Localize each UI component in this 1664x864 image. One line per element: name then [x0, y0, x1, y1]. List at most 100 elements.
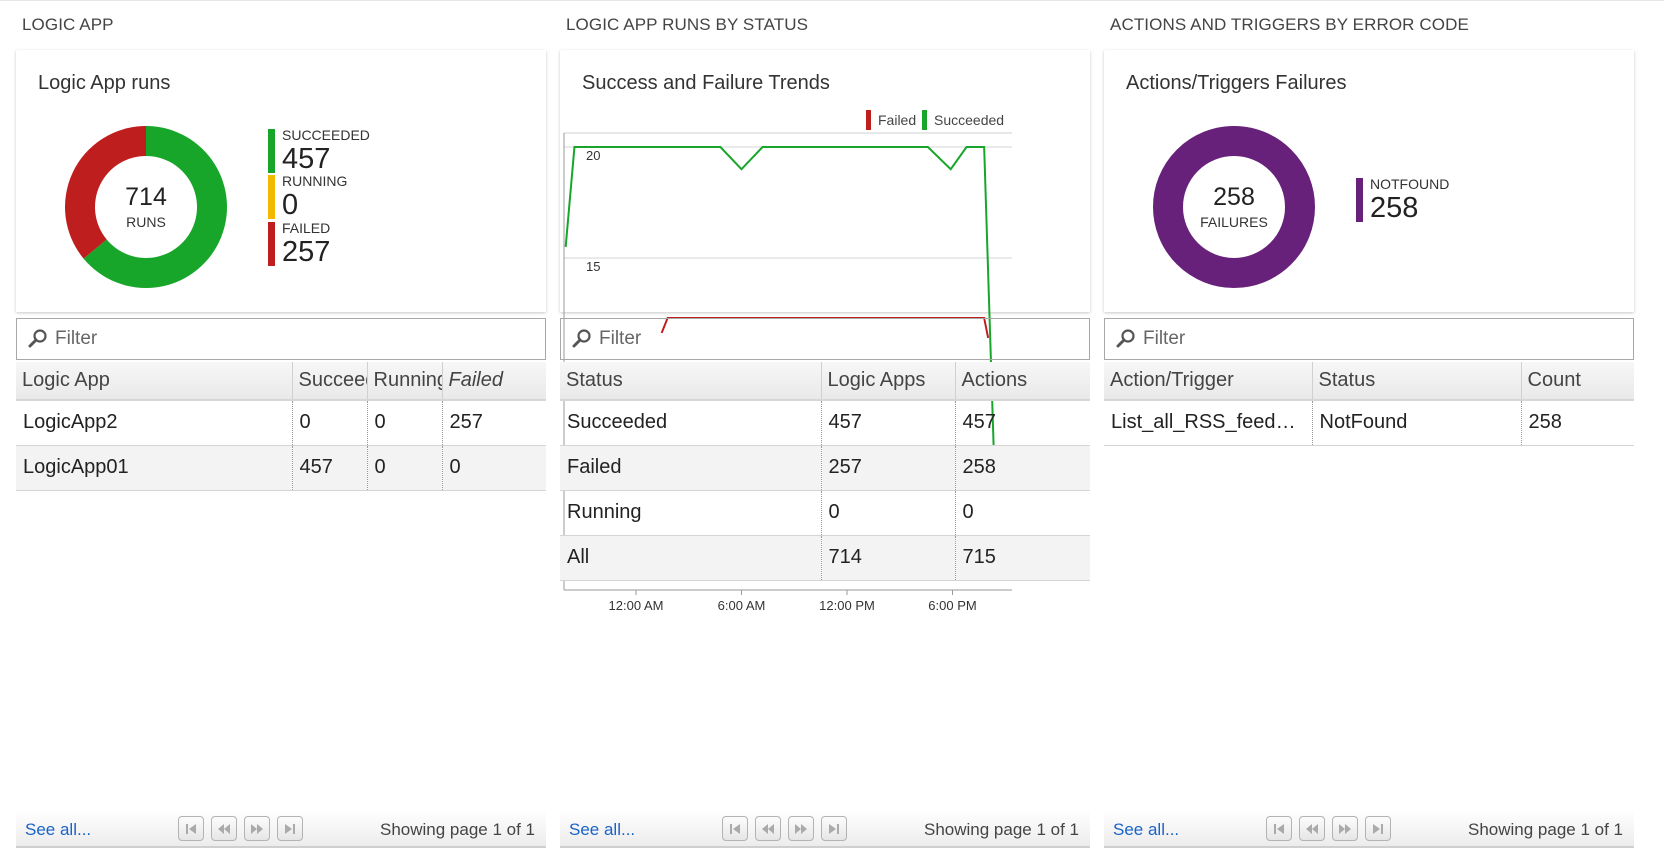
table-row[interactable]: Succeeded 457 457 [560, 400, 1090, 446]
prev-page-icon [762, 824, 774, 834]
donut-total-label: RUNS [126, 214, 166, 230]
legend-label-failed: Failed [878, 112, 916, 128]
column-header-count[interactable]: Count [1521, 362, 1634, 401]
donut-total: 258 [1213, 183, 1255, 211]
filter-input[interactable] [1143, 328, 1583, 350]
cell-logic-app: LogicApp01 [16, 445, 293, 491]
legend-failed[interactable]: FAILED 257 [268, 220, 331, 268]
x-tick-label: 6:00 PM [928, 598, 976, 613]
column-header-actions[interactable]: Actions [955, 362, 1090, 401]
cell-status: Succeeded [560, 400, 822, 446]
see-all-link[interactable]: See all... [569, 820, 635, 840]
prev-page-button[interactable] [755, 816, 781, 841]
legend-label-succeeded: Succeeded [934, 112, 1004, 128]
legend-value: 257 [282, 236, 331, 268]
last-page-button[interactable] [277, 816, 303, 841]
legend-value: 258 [1370, 192, 1419, 224]
legend-swatch-failed [866, 110, 871, 130]
cell-status: Failed [560, 445, 822, 491]
legend-notfound[interactable]: NOTFOUND 258 [1356, 176, 1450, 224]
prev-page-icon [1306, 824, 1318, 834]
search-icon [1115, 328, 1137, 350]
x-tick-label: 12:00 AM [609, 598, 664, 613]
see-all-link[interactable]: See all... [1113, 820, 1179, 840]
search-icon [27, 328, 49, 350]
cell-count: 258 [1521, 400, 1634, 446]
column-header-action-trigger[interactable]: Action/Trigger [1104, 362, 1313, 401]
see-all-link[interactable]: See all... [25, 820, 91, 840]
cell-actions: 258 [955, 445, 1090, 491]
page-info: Showing page 1 of 1 [379, 820, 535, 839]
column-header-failed[interactable]: Failed [442, 362, 546, 401]
legend-succeeded[interactable]: SUCCEEDED 457 [268, 127, 370, 175]
table-footer: See all... Showing page 1 of 1 [16, 810, 546, 848]
actions-triggers-failures-tile[interactable]: Actions/Triggers Failures 258 FAILURES N… [1104, 50, 1634, 312]
legend-label: FAILED [282, 220, 331, 236]
cell-actions: 715 [955, 535, 1090, 581]
next-page-button[interactable] [1332, 816, 1358, 841]
column-header-succeeded[interactable]: Succeeded [292, 362, 368, 401]
cell-logic-apps: 714 [821, 535, 956, 581]
first-page-button[interactable] [178, 816, 204, 841]
next-page-button[interactable] [244, 816, 270, 841]
filter-input[interactable] [599, 328, 1039, 350]
cell-status: NotFound [1312, 400, 1522, 446]
cell-succeeded: 457 [292, 445, 368, 491]
cell-running: 0 [367, 400, 443, 446]
table-row[interactable]: List_all_RSS_feed_items NotFound 258 [1104, 400, 1634, 446]
donut-total: 714 [125, 183, 167, 211]
cell-actions: 0 [955, 490, 1090, 536]
cell-logic-apps: 0 [821, 490, 956, 536]
prev-page-button[interactable] [211, 816, 237, 841]
table-row[interactable]: Running 0 0 [560, 490, 1090, 536]
first-page-icon [1274, 824, 1284, 834]
cell-failed: 0 [442, 445, 546, 491]
filter-box [1104, 318, 1634, 360]
legend-swatch-succeeded [268, 129, 275, 173]
legend-swatch-running [268, 175, 275, 219]
legend-value: 0 [282, 189, 299, 221]
legend-swatch-failed [268, 222, 275, 266]
column-header-logic-app[interactable]: Logic App [16, 362, 293, 401]
donut-center: 714 RUNS [61, 122, 231, 292]
last-page-button[interactable] [821, 816, 847, 841]
filter-input[interactable] [55, 328, 495, 350]
column-header-running[interactable]: Running [367, 362, 443, 401]
table-row[interactable]: LogicApp2 0 0 257 [16, 400, 546, 446]
cell-action-trigger: List_all_RSS_feed_items [1104, 400, 1313, 446]
first-page-button[interactable] [1266, 816, 1292, 841]
legend-label: NOTFOUND [1370, 176, 1450, 192]
section-title: ACTIONS AND TRIGGERS BY ERROR CODE [1110, 15, 1469, 34]
cell-logic-apps: 257 [821, 445, 956, 491]
next-page-button[interactable] [788, 816, 814, 841]
table-row[interactable]: LogicApp01 457 0 0 [16, 445, 546, 491]
runs-by-status-section: LOGIC APP RUNS BY STATUS Success and Fai… [560, 0, 1090, 864]
next-page-icon [795, 824, 807, 834]
prev-page-button[interactable] [1299, 816, 1325, 841]
prev-page-icon [218, 824, 230, 834]
cell-failed: 257 [442, 400, 546, 446]
pager [178, 816, 303, 841]
table-header-row: Logic App Succeeded Running Failed [16, 362, 546, 401]
table-header-row: Status Logic Apps Actions [560, 362, 1090, 401]
logic-app-runs-tile[interactable]: Logic App runs 714 RUNS SUCCEEDED 457 RU… [16, 50, 546, 312]
last-page-button[interactable] [1365, 816, 1391, 841]
y-tick-label: 20 [586, 148, 600, 163]
runs-donut-chart[interactable]: 714 RUNS [61, 122, 231, 292]
legend-label: RUNNING [282, 173, 348, 189]
failures-donut-chart[interactable]: 258 FAILURES [1149, 122, 1319, 292]
logic-app-section: LOGIC APP Logic App runs 714 RUNS SUCCEE… [16, 0, 546, 864]
column-header-status[interactable]: Status [1312, 362, 1522, 401]
column-header-status[interactable]: Status [560, 362, 822, 401]
table-row[interactable]: Failed 257 258 [560, 445, 1090, 491]
legend-running[interactable]: RUNNING 0 [268, 173, 348, 221]
first-page-button[interactable] [722, 816, 748, 841]
column-header-logic-apps[interactable]: Logic Apps [821, 362, 956, 401]
x-tick-label: 12:00 PM [819, 598, 875, 613]
status-table: Status Logic Apps Actions Succeeded 457 … [560, 362, 1090, 581]
cell-running: 0 [367, 445, 443, 491]
table-footer: See all... Showing page 1 of 1 [560, 810, 1090, 848]
next-page-icon [1339, 824, 1351, 834]
table-row[interactable]: All 714 715 [560, 535, 1090, 581]
filter-box [16, 318, 546, 360]
